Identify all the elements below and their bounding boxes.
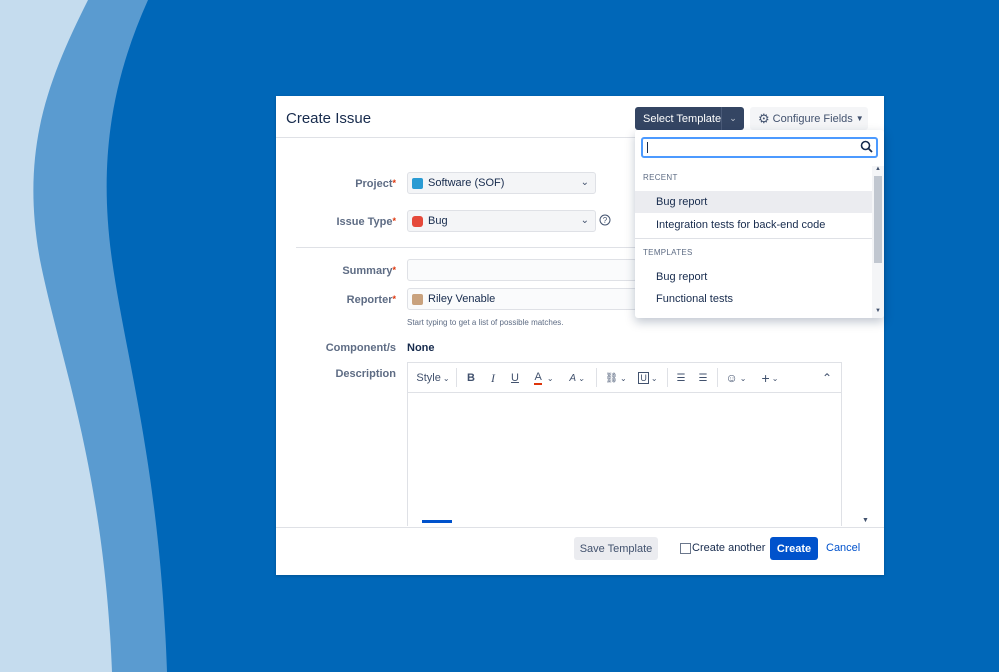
toolbar-divider xyxy=(667,368,668,387)
reporter-label: Reporter* xyxy=(346,294,396,306)
insert-button[interactable]: + ⌄ xyxy=(758,370,782,386)
project-value: Software (SOF) xyxy=(428,177,505,189)
create-another-label[interactable]: Create another xyxy=(692,542,765,554)
avatar xyxy=(412,293,423,305)
scroll-down-icon[interactable]: ▼ xyxy=(862,517,869,524)
style-dropdown[interactable]: Style ⌄ xyxy=(416,370,450,386)
bold-button[interactable]: B xyxy=(464,370,478,386)
attachment-button[interactable]: U ⌄ xyxy=(636,370,660,386)
select-template-label: Select Template xyxy=(643,112,722,125)
reporter-hint: Start typing to get a list of possible m… xyxy=(407,318,564,327)
editor-mode-indicator xyxy=(422,520,452,523)
reporter-input[interactable]: Riley Venable xyxy=(407,288,637,310)
bullet-list-button[interactable]: ☰ xyxy=(674,370,688,386)
help-icon[interactable]: ? xyxy=(599,214,611,226)
cancel-link[interactable]: Cancel xyxy=(826,542,860,554)
templates-heading: TEMPLATES xyxy=(643,248,693,257)
recent-item-integration-tests[interactable]: Integration tests for back-end code xyxy=(635,214,872,236)
select-template-button[interactable]: Select Template ⌄ xyxy=(635,107,744,130)
caret-down-icon: ▼ xyxy=(855,114,864,123)
scroll-down-icon[interactable]: ▼ xyxy=(875,308,881,314)
configure-fields-label: Configure Fields xyxy=(772,112,853,125)
template-search-input[interactable] xyxy=(641,137,878,158)
project-icon xyxy=(412,177,423,189)
text-color-button[interactable]: A ⌄ xyxy=(531,370,557,386)
gear-icon: ⚙ xyxy=(758,110,770,126)
project-label: Project* xyxy=(355,178,396,190)
scroll-up-icon[interactable]: ▲ xyxy=(875,166,881,172)
toolbar-divider xyxy=(717,368,718,387)
dropdown-divider xyxy=(635,238,872,239)
components-label: Component/s xyxy=(325,342,396,354)
issue-type-label: Issue Type* xyxy=(336,216,396,228)
dialog-title: Create Issue xyxy=(286,110,372,127)
link-button[interactable]: ⛓ ⌄ xyxy=(604,370,628,386)
underline-button[interactable]: U xyxy=(508,370,522,386)
recent-item-bug-report[interactable]: Bug report xyxy=(635,191,872,213)
create-button[interactable]: Create xyxy=(770,537,818,560)
chevron-down-icon: ⌄ xyxy=(580,177,589,188)
summary-label: Summary* xyxy=(342,265,396,277)
toolbar-divider xyxy=(596,368,597,387)
editor-toolbar: Style ⌄ B I U A ⌄ A ⌄ ⛓ ⌄ U ⌄ ☰ ☰ ☺ ⌄ + ⌄ ⌃ xyxy=(408,363,841,393)
dropdown-scrollbar[interactable]: ▲ ▼ xyxy=(872,166,884,318)
emoji-button[interactable]: ☺ ⌄ xyxy=(724,370,748,386)
italic-button[interactable]: I xyxy=(486,370,500,386)
template-dropdown: RECENT Bug report Integration tests for … xyxy=(635,130,884,318)
scrollbar-thumb[interactable] xyxy=(874,176,882,263)
description-editor[interactable]: Style⌄ B I U A⌄ A⌄ ⛓⌄ U⌄ ☰ ☰ ☺⌄ +⌄ ⌃ ◢ xyxy=(407,362,842,526)
summary-input[interactable] xyxy=(407,259,637,281)
template-item-functional-tests[interactable]: Functional tests xyxy=(635,288,872,310)
search-icon[interactable] xyxy=(860,140,873,153)
chevron-down-icon: ⌄ xyxy=(580,215,589,226)
text-cursor xyxy=(647,142,648,153)
recent-heading: RECENT xyxy=(643,173,678,182)
bug-icon xyxy=(412,215,423,227)
configure-fields-button[interactable]: ⚙ Configure Fields ▼ xyxy=(750,107,868,130)
template-item-bug-report[interactable]: Bug report xyxy=(635,266,872,288)
dialog-footer: Save Template Create another Create Canc… xyxy=(276,527,884,576)
project-select[interactable]: Software (SOF) ⌄ xyxy=(407,172,596,194)
save-template-button[interactable]: Save Template xyxy=(574,537,658,560)
components-value: None xyxy=(407,342,435,354)
collapse-toolbar-button[interactable]: ⌃ xyxy=(820,370,834,386)
create-another-checkbox[interactable] xyxy=(680,543,691,554)
numbered-list-button[interactable]: ☰ xyxy=(696,370,710,386)
svg-text:?: ? xyxy=(603,216,608,225)
issue-type-value: Bug xyxy=(428,215,448,227)
reporter-value: Riley Venable xyxy=(428,293,496,305)
toolbar-divider xyxy=(456,368,457,387)
more-formatting-button[interactable]: A ⌄ xyxy=(565,370,589,386)
chevron-down-icon[interactable]: ⌄ xyxy=(721,107,744,130)
description-label: Description xyxy=(335,368,396,380)
issue-type-select[interactable]: Bug ⌄ xyxy=(407,210,596,232)
